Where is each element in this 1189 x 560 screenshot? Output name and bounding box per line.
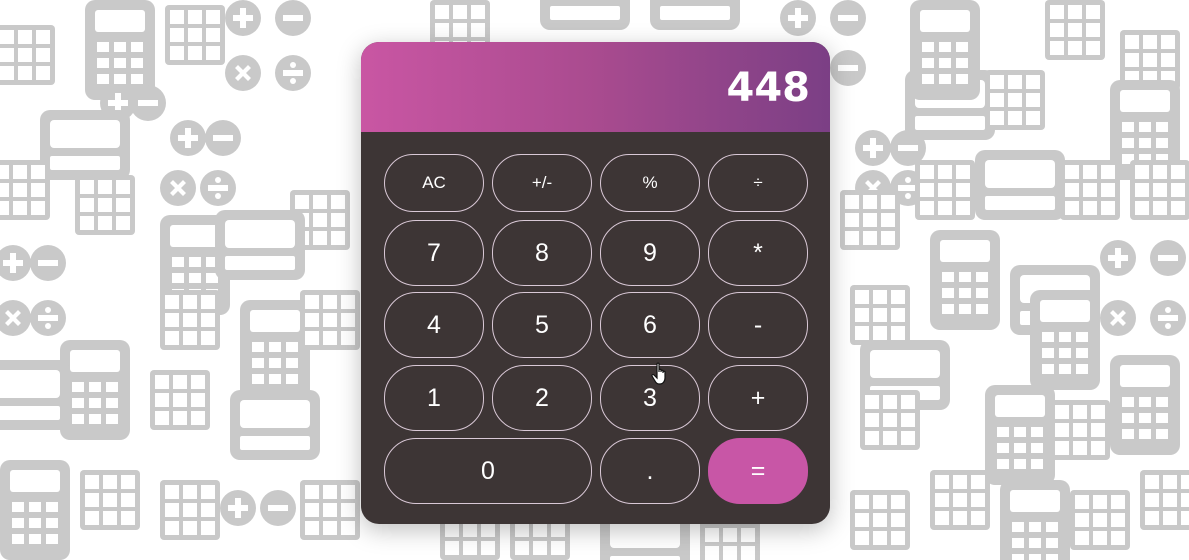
digit-4-button[interactable]: 4 [384, 292, 484, 358]
multiply-button[interactable]: * [708, 220, 808, 286]
hand-pointer-cursor-icon [651, 362, 666, 385]
display-value: 448 [726, 65, 811, 111]
digit-6-button[interactable]: 6 [600, 292, 700, 358]
minus-button[interactable]: - [708, 292, 808, 358]
calculator: 448 AC +/- % ÷ 7 8 9 * 4 5 6 - 1 2 3 + 0… [361, 42, 830, 524]
clear-button[interactable]: AC [384, 154, 484, 212]
plus-minus-button[interactable]: +/- [492, 154, 592, 212]
pattern-right [830, 0, 1189, 560]
digit-9-button[interactable]: 9 [600, 220, 700, 286]
equals-button[interactable]: = [708, 438, 808, 504]
decimal-button[interactable]: . [600, 438, 700, 504]
digit-8-button[interactable]: 8 [492, 220, 592, 286]
digit-5-button[interactable]: 5 [492, 292, 592, 358]
plus-button[interactable]: + [708, 365, 808, 431]
display-panel: 448 [361, 42, 830, 132]
digit-7-button[interactable]: 7 [384, 220, 484, 286]
digit-1-button[interactable]: 1 [384, 365, 484, 431]
divide-button[interactable]: ÷ [708, 154, 808, 212]
digit-3-button[interactable]: 3 [600, 365, 700, 431]
percent-button[interactable]: % [600, 154, 700, 212]
digit-0-button[interactable]: 0 [384, 438, 592, 504]
digit-2-button[interactable]: 2 [492, 365, 592, 431]
pattern-left [0, 0, 360, 560]
